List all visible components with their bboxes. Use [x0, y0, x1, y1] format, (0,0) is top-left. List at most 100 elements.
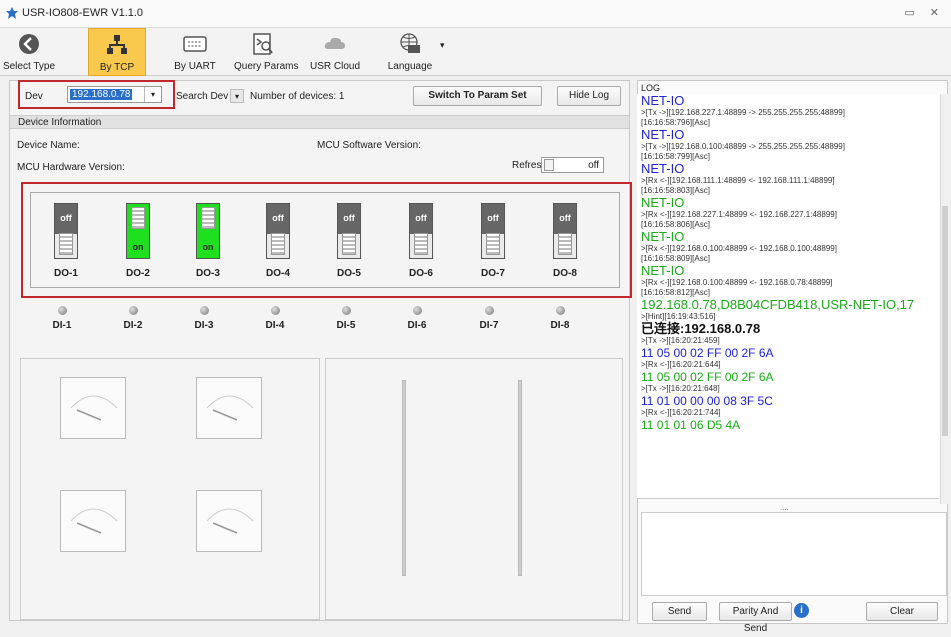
window-title: USR-IO808-EWR V1.1.0 — [22, 7, 144, 19]
keyboard-icon — [183, 36, 207, 52]
log-entry: 11 01 01 06 D5 4A — [641, 418, 741, 432]
relay-label-4: DO-4 — [266, 268, 290, 279]
window-controls[interactable]: ▭ ✕ — [904, 6, 945, 19]
refresh-toggle-knob — [544, 159, 554, 171]
usr-cloud-button[interactable]: USR Cloud — [308, 28, 362, 76]
relay-grip — [59, 233, 73, 255]
input-led-4 — [271, 306, 280, 315]
log-entry: >[Tx ->][16:20:21:459] — [641, 336, 720, 345]
clear-button[interactable]: Clear — [866, 602, 938, 621]
relay-label-6: DO-6 — [409, 268, 433, 279]
log-entry: 已连接:192.168.0.78 — [641, 321, 761, 336]
analog-meter-4 — [196, 490, 262, 552]
toolbar: Select Type By TCP By UART Query Params … — [0, 28, 951, 76]
relay-grip — [414, 233, 428, 255]
log-scrollbar-thumb[interactable] — [942, 206, 948, 436]
log-entry: >[Rx <-][192.168.0.100:48899 <- 192.168.… — [641, 278, 833, 287]
log-entry: NET-IO — [641, 263, 685, 278]
log-entry: >[Rx <-][192.168.111.1:48899 <- 192.168.… — [641, 176, 835, 185]
device-info-header: Device Information — [10, 115, 629, 129]
select-type-button[interactable]: Select Type — [2, 28, 56, 76]
input-label-4: DI-4 — [265, 320, 285, 331]
input-led-2 — [129, 306, 138, 315]
relay-switch-3[interactable]: on — [196, 203, 220, 259]
relay-switch-1[interactable]: off — [54, 203, 78, 259]
log-entry: 11 05 00 02 FF 00 2F 6A — [641, 370, 774, 384]
log-entry: >[Tx ->][192.168.0.100:48899 -> 255.255.… — [641, 142, 845, 151]
relay-state: off — [267, 204, 289, 234]
globe-icon — [400, 33, 421, 53]
send-button[interactable]: Send — [652, 602, 707, 621]
search-dev-label[interactable]: Search Dev — [176, 91, 228, 102]
relay-state: on — [127, 236, 149, 258]
log-entry: NET-IO — [641, 127, 685, 142]
relay-grip — [271, 233, 285, 255]
switch-to-param-set-button[interactable]: Switch To Param Set — [413, 86, 542, 106]
log-entry: NET-IO — [641, 161, 685, 176]
relay-state: off — [554, 204, 576, 234]
log-entry: >[Rx <-][16:20:21:744] — [641, 408, 721, 417]
relay-label-5: DO-5 — [337, 268, 361, 279]
input-led-3 — [200, 306, 209, 315]
input-led-8 — [556, 306, 565, 315]
title-bar: USR-IO808-EWR V1.1.0 ▭ ✕ — [0, 0, 951, 28]
relay-grip — [131, 207, 145, 229]
query-params-button[interactable]: Query Params — [234, 28, 298, 76]
relay-state: off — [338, 204, 360, 234]
query-icon — [253, 33, 273, 55]
log-entry: 192.168.0.78,D8B04CFDB418,USR-NET-IO,17 — [641, 297, 915, 312]
log-entry: >[Rx <-][16:20:21:644] — [641, 360, 721, 369]
info-icon[interactable]: i — [794, 603, 809, 618]
relay-switch-6[interactable]: off — [409, 203, 433, 259]
relay-label-2: DO-2 — [126, 268, 150, 279]
log-entry: >[Tx ->][192.168.227.1:48899 -> 255.255.… — [641, 108, 845, 117]
input-led-1 — [58, 306, 67, 315]
send-input[interactable] — [641, 512, 947, 596]
log-entry: 11 05 00 02 FF 00 2F 6A — [641, 346, 774, 360]
back-arrow-icon — [19, 34, 39, 54]
by-tcp-button[interactable]: By TCP — [88, 28, 146, 76]
dev-highlight — [18, 80, 175, 109]
language-button[interactable]: ▾ Language — [382, 28, 456, 76]
log-output: NET-IO >[Tx ->][192.168.227.1:48899 -> 25… — [637, 94, 939, 499]
relay-state: on — [197, 236, 219, 258]
relay-grip — [201, 207, 215, 229]
language-dropdown-icon[interactable]: ▾ — [440, 40, 445, 51]
device-name-label: Device Name: — [17, 140, 80, 151]
relay-grip — [342, 233, 356, 255]
relay-state: off — [410, 204, 432, 234]
relay-state: off — [482, 204, 504, 234]
log-entry: >[Rx <-][192.168.0.100:48899 <- 192.168.… — [641, 244, 837, 253]
log-entry: NET-IO — [641, 229, 685, 244]
input-label-2: DI-2 — [123, 320, 143, 331]
refresh-toggle[interactable]: off — [541, 157, 604, 173]
log-title: LOG — [641, 83, 661, 93]
analog-slider-1 — [402, 380, 406, 576]
by-uart-button[interactable]: By UART — [168, 28, 222, 76]
relay-state: off — [55, 204, 77, 234]
log-entry: >[Tx ->][16:20:21:648] — [641, 384, 720, 393]
splitter-handle[interactable]: .... — [780, 503, 789, 512]
relay-highlight — [21, 182, 632, 298]
analog-slider-2 — [518, 380, 522, 576]
relay-label-7: DO-7 — [481, 268, 505, 279]
relay-switch-2[interactable]: on — [126, 203, 150, 259]
hide-log-button[interactable]: Hide Log — [557, 86, 621, 106]
input-label-7: DI-7 — [479, 320, 499, 331]
analog-meter-1 — [60, 377, 126, 439]
relay-switch-4[interactable]: off — [266, 203, 290, 259]
relay-switch-5[interactable]: off — [337, 203, 361, 259]
log-scrollbar[interactable] — [940, 94, 949, 504]
relay-switch-8[interactable]: off — [553, 203, 577, 259]
app-logo-icon — [6, 7, 18, 19]
parity-and-send-button[interactable]: Parity And Send — [719, 602, 792, 634]
relay-label-1: DO-1 — [54, 268, 78, 279]
search-dev-dropdown-icon[interactable]: ▾ — [230, 89, 244, 103]
relay-grip — [486, 233, 500, 255]
input-led-7 — [485, 306, 494, 315]
relay-switch-7[interactable]: off — [481, 203, 505, 259]
log-entry: NET-IO — [641, 94, 685, 108]
network-icon — [107, 35, 127, 54]
mcu-software-label: MCU Software Version: — [317, 140, 421, 151]
mcu-hardware-label: MCU Hardware Version: — [17, 162, 125, 173]
